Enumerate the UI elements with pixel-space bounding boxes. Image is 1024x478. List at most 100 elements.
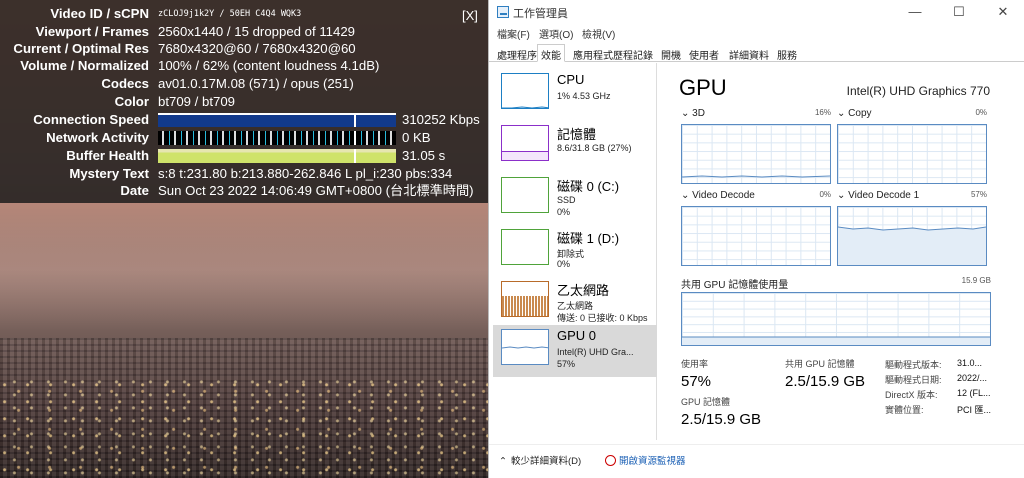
stats-value: 31.05 s — [402, 148, 446, 163]
resource-disk-0[interactable]: 磁碟 0 (C:) SSD 0% — [493, 173, 657, 225]
menu-view[interactable]: 檢視(V) — [582, 26, 615, 41]
menu-options[interactable]: 選項(O) — [539, 26, 573, 41]
resource-gpu-0[interactable]: GPU 0 Intel(R) UHD Gra... 57% — [493, 325, 657, 377]
physical-location: 實體位置: PCI 匯... — [885, 403, 991, 416]
resource-name: 記憶體 — [557, 127, 597, 142]
stats-value: av01.0.17M.08 (571) / opus (251) — [158, 76, 354, 91]
stat-value: 57% — [681, 373, 712, 390]
tab-startup[interactable]: 開機 — [657, 44, 685, 62]
resource-name: 磁碟 1 (D:) — [557, 231, 620, 246]
memory-thumbnail-graph — [501, 125, 549, 161]
engine-name: Video Decode — [692, 190, 755, 201]
driver-date: 驅動程式日期: 2022/... — [885, 373, 987, 386]
kv-value: PCI 匯... — [957, 405, 992, 415]
city-lights — [0, 378, 488, 478]
resource-usage: 0% — [557, 207, 571, 217]
task-manager-window: 工作管理員 — ☐ ✕ 檔案(F) 選項(O) 檢視(V) 處理程序 效能 應用… — [488, 0, 1024, 478]
stats-label: Codecs — [101, 76, 149, 91]
stats-row-volume: Volume / Normalized 100% / 62% (content … — [0, 57, 488, 75]
stat-label: 共用 GPU 記憶體 — [785, 359, 855, 369]
tab-processes[interactable]: 處理程序 — [493, 44, 541, 62]
stats-row-mystery-text: Mystery Text s:8 t:231.80 b:213.880-262.… — [0, 165, 488, 183]
stats-label: Date — [120, 183, 149, 198]
engine-name: Copy — [848, 108, 872, 119]
stats-value: Sun Oct 23 2022 14:06:49 GMT+0800 (台北標準時… — [158, 183, 474, 198]
tab-services[interactable]: 服務 — [773, 44, 801, 62]
tab-app-history[interactable]: 應用程式歷程記錄 — [569, 44, 657, 62]
resource-ethernet[interactable]: 乙太網路 乙太網路 傳送: 0 已接收: 0 Kbps — [493, 277, 657, 329]
stats-row-buffer-health: Buffer Health 31.05 s — [0, 147, 488, 165]
engine-name: Video Decode 1 — [848, 190, 920, 201]
stats-value: s:8 t:231.80 b:213.880-262.846 L pl_i:23… — [158, 166, 453, 181]
stats-label: Color — [114, 94, 149, 109]
stats-label: Network Activity — [46, 130, 149, 145]
stats-value: bt709 / bt709 — [158, 94, 235, 109]
stat-utilization: 使用率 57% — [681, 357, 711, 390]
resource-usage: 傳送: 0 已接收: 0 Kbps — [557, 313, 648, 323]
fewer-details-label: 較少詳細資料(D) — [511, 456, 582, 467]
maximize-button[interactable]: ☐ — [937, 2, 981, 22]
minimize-button[interactable]: — — [893, 2, 937, 22]
resource-monitor-icon — [605, 455, 616, 466]
open-resource-monitor-link[interactable]: 開啟資源監視器 — [605, 453, 686, 467]
driver-version: 驅動程式版本: 31.0... — [885, 358, 982, 371]
resource-name: CPU — [557, 72, 585, 87]
cpu-thumbnail-graph — [501, 73, 549, 109]
kv-value: 2022/... — [957, 373, 988, 383]
stats-label: Buffer Health — [66, 148, 149, 163]
engine-label[interactable]: ⌄ 3D — [681, 108, 705, 119]
network-activity-graph — [158, 131, 396, 145]
resource-disk-1[interactable]: 磁碟 1 (D:) 卸除式 0% — [493, 225, 657, 277]
menu-file[interactable]: 檔案(F) — [497, 26, 530, 41]
stats-row-network-activity: Network Activity 0 KB — [0, 129, 488, 147]
resource-cpu[interactable]: CPU 1% 4.53 GHz — [493, 69, 657, 121]
engine-label[interactable]: ⌄ Copy — [837, 108, 872, 119]
resource-detail: Intel(R) UHD Gra... — [557, 347, 634, 357]
resource-name: 乙太網路 — [557, 283, 610, 298]
engine-label[interactable]: ⌄ Video Decode — [681, 190, 755, 201]
stats-row-codecs: Codecs av01.0.17M.08 (571) / opus (251) — [0, 75, 488, 93]
resource-name: GPU 0 — [557, 328, 597, 343]
engine-label[interactable]: ⌄ Video Decode 1 — [837, 190, 919, 201]
disk-1-thumbnail-graph — [501, 229, 549, 265]
sky-haze — [0, 210, 488, 330]
kv-value: 31.0... — [957, 358, 983, 368]
chevron-icon: ⌄ — [681, 190, 690, 201]
chevron-icon: ⌄ — [837, 190, 846, 201]
kv-label: 實體位置: — [885, 405, 924, 415]
fewer-details-button[interactable]: ⌃ 較少詳細資料(D) — [499, 453, 581, 467]
title-bar[interactable]: 工作管理員 — ☐ ✕ — [489, 0, 1024, 24]
tab-details[interactable]: 詳細資料 — [725, 44, 773, 62]
menu-bar: 檔案(F) 選項(O) 檢視(V) — [489, 24, 1024, 42]
kv-label: 驅動程式版本: — [885, 360, 942, 370]
resource-usage: 57% — [557, 359, 576, 369]
engine-video-decode-1: ⌄ Video Decode 1 57% — [837, 190, 987, 268]
close-button[interactable]: ✕ — [981, 2, 1024, 22]
stat-shared-gpu-memory: 共用 GPU 記憶體 2.5/15.9 GB — [785, 357, 865, 390]
stats-label: Video ID / sCPN — [50, 6, 149, 21]
tab-users[interactable]: 使用者 — [685, 44, 723, 62]
resource-memory[interactable]: 記憶體 8.6/31.8 GB (27%) — [493, 121, 657, 173]
tab-performance[interactable]: 效能 — [537, 44, 565, 62]
stat-label: 使用率 — [681, 359, 709, 369]
stats-value: zCLOJ9j1k2Y / 50EH C4Q4 WQK3 — [158, 9, 302, 19]
stats-label: Viewport / Frames — [35, 24, 149, 39]
engine-video-decode: ⌄ Video Decode 0% — [681, 190, 831, 268]
engine-percent: 0% — [819, 190, 831, 199]
resource-list: CPU 1% 4.53 GHz 記憶體 8.6/31.8 GB (27%) 磁碟… — [489, 63, 657, 440]
engine-copy: ⌄ Copy 0% — [837, 108, 987, 186]
stats-label: Mystery Text — [69, 166, 149, 181]
gpu-heading: GPU — [679, 75, 727, 100]
task-manager-icon — [497, 6, 509, 18]
stat-gpu-memory: GPU 記憶體 2.5/15.9 GB — [681, 395, 761, 428]
stat-label: GPU 記憶體 — [681, 397, 731, 407]
stats-value: 100% / 62% (content loudness 4.1dB) — [158, 58, 380, 73]
gpu-model-name: Intel(R) UHD Graphics 770 — [846, 84, 990, 98]
ethernet-thumbnail-graph — [501, 281, 549, 317]
resource-detail: SSD — [557, 195, 576, 205]
stats-row-viewport: Viewport / Frames 2560x1440 / 15 dropped… — [0, 23, 488, 41]
directx-version: DirectX 版本: 12 (FL... — [885, 388, 991, 401]
kv-label: DirectX 版本: — [885, 390, 938, 400]
stats-value: 310252 Kbps — [402, 112, 480, 127]
stats-label: Connection Speed — [33, 112, 149, 127]
